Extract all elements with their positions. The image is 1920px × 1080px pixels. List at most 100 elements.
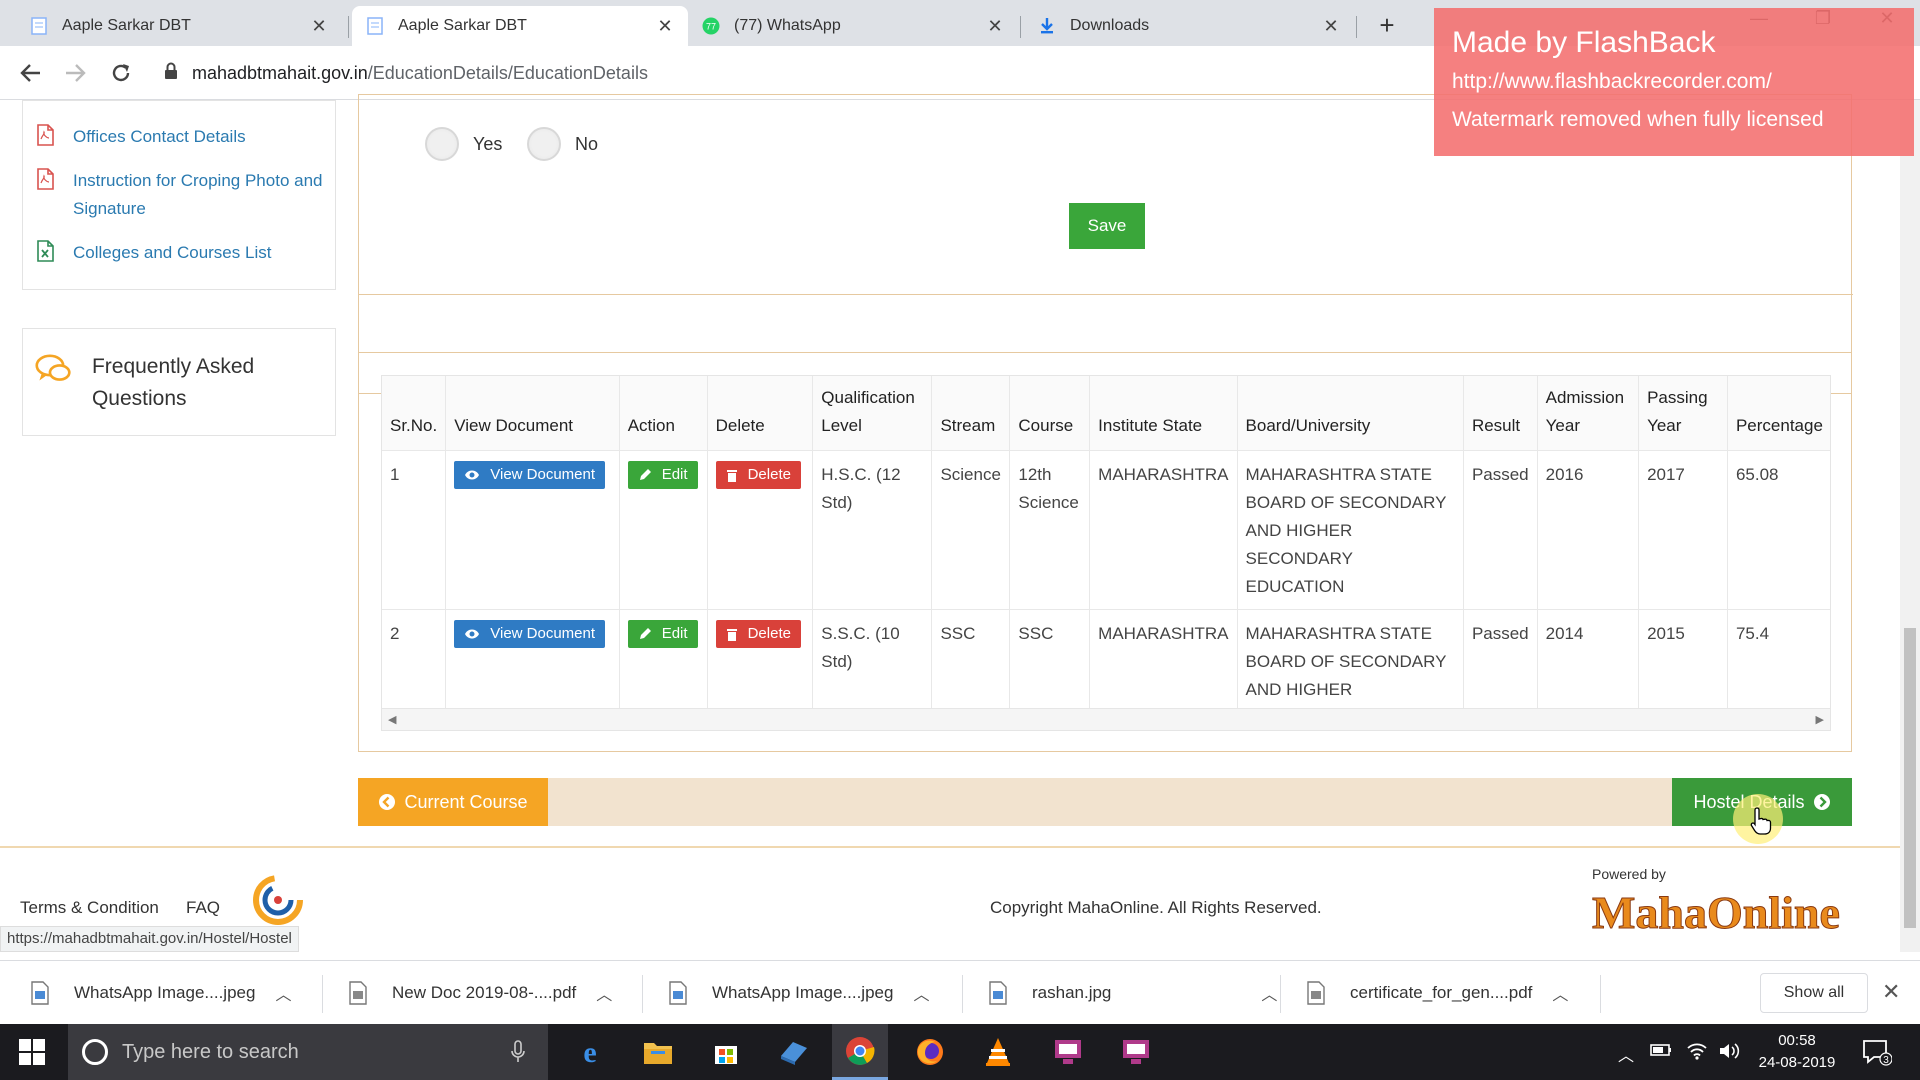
vertical-scrollbar[interactable]	[1900, 100, 1920, 952]
tab-title: Downloads	[1070, 17, 1150, 34]
column-header: Course	[1009, 376, 1091, 451]
scroll-left-icon[interactable]: ◀	[388, 713, 396, 726]
reload-icon[interactable]	[106, 58, 136, 88]
delete-label: Delete	[747, 625, 791, 642]
faq-panel[interactable]: Frequently Asked Questions	[22, 328, 336, 436]
scroll-right-icon[interactable]: ▶	[1816, 713, 1824, 726]
chevron-up-icon[interactable]: ︿	[275, 981, 291, 1005]
horizontal-scrollbar[interactable]: ◀ ▶	[382, 708, 1830, 730]
radio-yes[interactable]: Yes	[425, 127, 502, 161]
radio-button[interactable]	[527, 127, 561, 161]
close-shelf-icon[interactable]: ✕	[1882, 979, 1900, 1005]
tab-whatsapp[interactable]: 77 (77) WhatsApp ✕	[688, 6, 1018, 46]
url-field[interactable]: mahadbtmahait.gov.in/EducationDetails/Ed…	[164, 54, 1464, 92]
wifi-icon[interactable]	[1686, 1042, 1708, 1065]
download-separator	[962, 975, 963, 1013]
chevron-up-icon[interactable]: ︿	[1261, 981, 1277, 1005]
sidebar-item-colleges-courses[interactable]: Colleges and Courses List	[23, 239, 335, 267]
windows-start-icon[interactable]	[18, 1038, 46, 1066]
sidebar-item-offices-contact[interactable]: Offices Contact Details	[23, 123, 335, 151]
watermark-note: Watermark removed when fully licensed	[1452, 108, 1824, 131]
close-icon[interactable]: ✕	[310, 16, 328, 37]
page-content: Offices Contact Details Instruction for …	[0, 94, 1920, 970]
faq-link[interactable]: FAQ	[186, 898, 220, 918]
terms-link[interactable]: Terms & Condition	[20, 898, 159, 918]
view-document-button[interactable]: View Document	[454, 461, 606, 489]
arrow-right-circle-icon	[1813, 794, 1830, 810]
tab-aaple-sarkar-2[interactable]: Aaple Sarkar DBT ✕	[352, 6, 688, 46]
view-document-button[interactable]: View Document	[454, 620, 606, 648]
scrollbar-thumb[interactable]	[1904, 628, 1916, 928]
download-item[interactable]: certificate_for_gen....pdf ︿	[1306, 971, 1568, 1015]
tab-downloads[interactable]: Downloads ✕	[1024, 6, 1354, 46]
tab-separator	[1356, 16, 1357, 38]
svg-text:e: e	[583, 1037, 596, 1067]
download-item[interactable]: New Doc 2019-08-....pdf ︿	[348, 971, 612, 1015]
chrome-icon[interactable]	[832, 1024, 888, 1080]
radio-no[interactable]: No	[527, 127, 598, 161]
pencil-icon	[638, 627, 652, 641]
powered-by-label: Powered by	[1592, 866, 1666, 882]
mahaonline-logo: MahaOnline	[1592, 887, 1840, 939]
current-course-button[interactable]: Current Course	[358, 778, 548, 826]
taskbar-search[interactable]: Type here to search	[68, 1024, 548, 1080]
chevron-up-icon[interactable]: ︿	[596, 981, 612, 1005]
image-file-icon	[989, 981, 1007, 1005]
volume-icon[interactable]	[1718, 1042, 1740, 1065]
microphone-icon[interactable]	[510, 1040, 526, 1064]
forward-icon[interactable]	[60, 58, 90, 88]
download-item[interactable]: rashan.jpg ︿	[988, 971, 1277, 1015]
sidebar-item-cropping-instructions[interactable]: Instruction for Croping Photo and Signat…	[23, 167, 335, 223]
download-item[interactable]: WhatsApp Image....jpeg ︿	[30, 971, 291, 1015]
tab-separator	[348, 16, 349, 38]
column-header: Result	[1463, 376, 1538, 451]
edit-button[interactable]: Edit	[627, 620, 698, 648]
firefox-icon[interactable]	[902, 1024, 958, 1080]
tab-title: Aaple Sarkar DBT	[398, 17, 527, 34]
back-icon[interactable]	[16, 58, 46, 88]
store-icon[interactable]	[698, 1024, 754, 1080]
system-clock[interactable]: 00:58 24-08-2019	[1752, 1030, 1842, 1074]
close-icon[interactable]: ✕	[656, 16, 674, 37]
cell-view-document: View Document	[445, 450, 620, 610]
radio-button[interactable]	[425, 127, 459, 161]
eye-icon	[464, 628, 480, 640]
chevron-up-icon[interactable]: ︿	[913, 981, 929, 1005]
cell-stream: Science	[931, 450, 1011, 610]
sidebar-item-label: Instruction for Croping Photo and Signat…	[73, 171, 323, 218]
edit-button[interactable]: Edit	[627, 461, 698, 489]
recorder-watermark: Made by FlashBack http://www.flashbackre…	[1434, 8, 1914, 156]
close-icon[interactable]: ✕	[1322, 16, 1340, 37]
download-separator	[1600, 975, 1601, 1013]
column-header: Passing Year	[1638, 376, 1728, 451]
column-header: Delete	[707, 376, 814, 451]
downloads-shelf: WhatsApp Image....jpeg ︿ New Doc 2019-08…	[0, 960, 1920, 1024]
screen-recorder-icon[interactable]	[1040, 1024, 1096, 1080]
new-tab-icon[interactable]: +	[1372, 10, 1402, 41]
table-header-row: Sr.No. View Document Action Delete Quali…	[382, 376, 1830, 451]
cell-percentage: 65.08	[1727, 450, 1830, 610]
edit-label: Edit	[661, 625, 688, 642]
chevron-up-icon[interactable]: ︿	[1618, 1042, 1634, 1066]
chevron-up-icon[interactable]: ︿	[1552, 981, 1568, 1005]
battery-icon[interactable]	[1650, 1042, 1672, 1063]
delete-button[interactable]: Delete	[715, 620, 801, 648]
download-item[interactable]: WhatsApp Image....jpeg ︿	[668, 971, 929, 1015]
screen-recorder-icon[interactable]	[1108, 1024, 1164, 1080]
delete-button[interactable]: Delete	[715, 461, 801, 489]
vlc-icon[interactable]	[970, 1024, 1026, 1080]
notification-center-icon[interactable]: 3	[1862, 1038, 1893, 1071]
show-all-button[interactable]: Show all	[1760, 973, 1868, 1013]
close-icon[interactable]: ✕	[986, 16, 1004, 37]
app-icon[interactable]	[766, 1024, 822, 1080]
save-button[interactable]: Save	[1069, 203, 1145, 249]
whatsapp-icon: 77	[702, 17, 720, 35]
file-explorer-icon[interactable]	[630, 1024, 686, 1080]
status-bar-url: https://mahadbtmahait.gov.in/Hostel/Host…	[0, 926, 299, 952]
trash-icon	[726, 627, 738, 641]
eye-icon	[464, 469, 480, 481]
tab-aaple-sarkar-1[interactable]: Aaple Sarkar DBT ✕	[16, 6, 342, 46]
edge-icon[interactable]: e	[562, 1024, 618, 1080]
copyright-text: Copyright MahaOnline. All Rights Reserve…	[990, 898, 1322, 917]
radio-no-label: No	[575, 133, 599, 154]
